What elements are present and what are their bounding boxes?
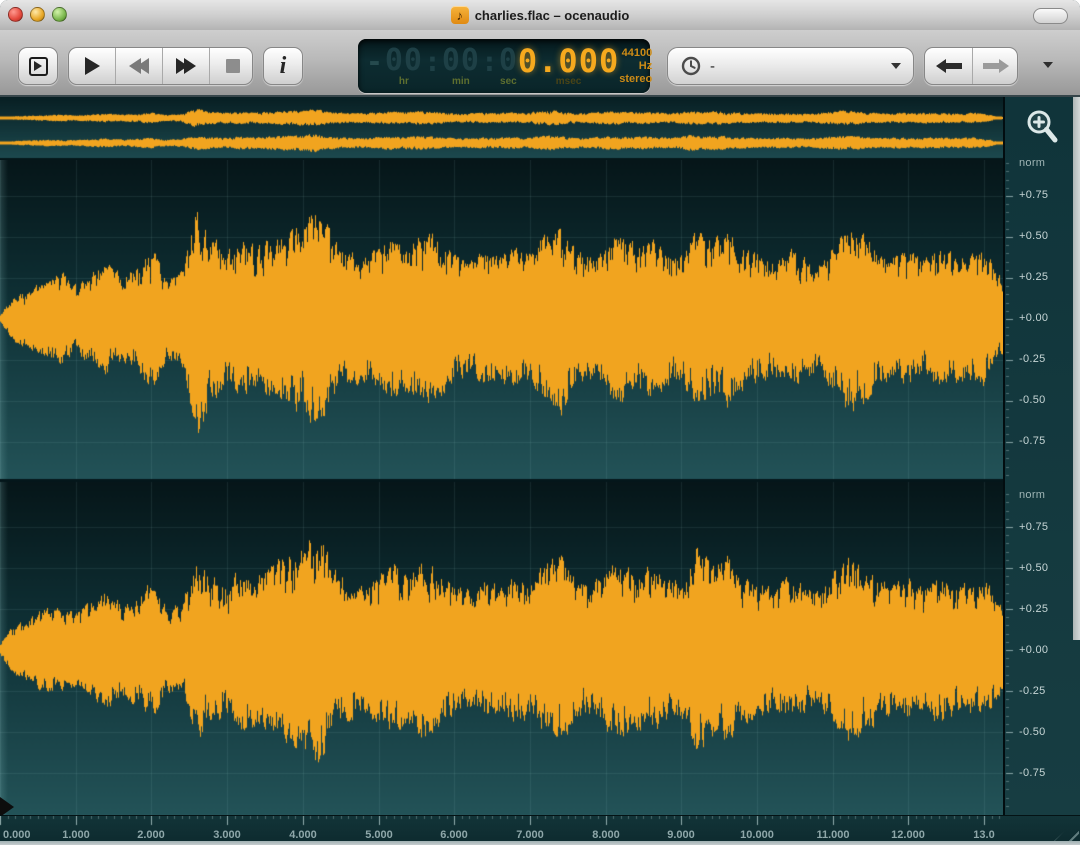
- stop-button[interactable]: [210, 48, 252, 84]
- marker-selector-value: -: [710, 57, 715, 75]
- info-icon: i: [279, 53, 287, 79]
- amp-tick-label: -0.75: [1019, 435, 1046, 447]
- lcd-colon2: :: [480, 44, 498, 78]
- forward-button[interactable]: [973, 48, 1017, 84]
- time-tick-label: 7.000: [516, 829, 544, 841]
- boxed-play-button[interactable]: [18, 47, 58, 85]
- lcd-sign: -: [366, 44, 383, 78]
- time-tick-label: 9.000: [667, 829, 695, 841]
- lcd-hr-label: hr: [398, 75, 409, 87]
- amp-tick-label: +0.50: [1019, 562, 1049, 574]
- play-button[interactable]: [69, 48, 116, 84]
- title-group: ♪ charlies.flac – ocenaudio: [0, 0, 1080, 30]
- play-icon: [84, 57, 100, 75]
- amp-tick-label: -0.50: [1019, 726, 1046, 738]
- app-window: ♪ charlies.flac – ocenaudio i - 00 hr: …: [0, 0, 1080, 845]
- amp-tick-label: +0.25: [1019, 603, 1049, 615]
- time-tick-label: 4.000: [289, 829, 317, 841]
- lcd-min-label: min: [452, 75, 470, 87]
- amp-tick-label: +0.50: [1019, 230, 1049, 242]
- time-tick-label: 5.000: [365, 829, 393, 841]
- transport-group: [68, 47, 253, 85]
- lcd-minutes: 00: [441, 42, 480, 78]
- amp-tick-label: +0.75: [1019, 521, 1049, 533]
- info-button[interactable]: i: [263, 47, 303, 85]
- double-left-triangles-icon2: [137, 58, 149, 74]
- amp-tick-label: +0.00: [1019, 312, 1049, 324]
- window-title: charlies.flac – ocenaudio: [474, 7, 630, 23]
- clock-icon: [681, 56, 701, 76]
- time-tick-label: 13.0: [973, 829, 995, 841]
- window-bottom-edge: [0, 841, 1080, 845]
- time-tick-label: 2.000: [137, 829, 165, 841]
- amp-tick-label: +0.75: [1019, 189, 1049, 201]
- amp-tick-label: +0.00: [1019, 644, 1049, 656]
- lcd-hours-group: 00 hr: [384, 42, 423, 87]
- amp-tick-label: -0.25: [1019, 353, 1046, 365]
- left-arrow-icon: [935, 59, 962, 73]
- window-right-edge: [1073, 97, 1080, 640]
- time-tick-label: 12.000: [891, 829, 925, 841]
- lcd-sec-label: sec: [500, 75, 517, 87]
- norm-label: norm: [1019, 489, 1046, 501]
- chevron-down-icon: [891, 63, 901, 69]
- double-right-triangles-icon2: [184, 58, 196, 74]
- amplitude-ruler[interactable]: norm +0.75 +0.50 +0.25 +0.00 -0.25 -0.50 -0.75 n…: [1003, 97, 1080, 815]
- amp-tick-label: +0.25: [1019, 271, 1049, 283]
- norm-label: norm: [1019, 157, 1046, 169]
- zoom-magnifier-icon[interactable]: [1023, 107, 1063, 151]
- rewind-button[interactable]: [116, 48, 163, 84]
- play-in-square-icon: [28, 56, 48, 76]
- lcd-hours: 00: [384, 42, 423, 78]
- waveform-main[interactable]: [0, 160, 1003, 815]
- toolbar-toggle-pill[interactable]: [1033, 8, 1068, 24]
- sample-rate: 44100 Hz: [621, 46, 653, 72]
- fast-forward-button[interactable]: [163, 48, 210, 84]
- titlebar[interactable]: ♪ charlies.flac – ocenaudio: [0, 0, 1080, 31]
- lcd-format-info: 44100 Hz stereo: [619, 47, 652, 86]
- lcd-seconds-dim: 0: [498, 42, 518, 78]
- lcd-seconds-bright-group: 0.000 msec: [517, 41, 620, 87]
- lcd-seconds-dim-group: 0 sec: [498, 42, 518, 87]
- amplitude-ticks: [1005, 97, 1080, 815]
- playhead-marker[interactable]: [0, 797, 14, 817]
- nav-group: [924, 47, 1018, 85]
- music-note-icon: ♪: [450, 6, 469, 24]
- amp-tick-label: -0.25: [1019, 685, 1046, 697]
- back-button[interactable]: [925, 48, 973, 84]
- marker-selector[interactable]: -: [667, 47, 914, 85]
- lcd-seconds-bright: 0.000: [517, 41, 620, 80]
- toolbar-overflow-chevron-icon[interactable]: [1043, 62, 1053, 68]
- stop-icon: [225, 59, 240, 73]
- lcd-minutes-group: 00 min: [441, 42, 480, 87]
- channel-mode: stereo: [619, 72, 653, 85]
- lcd-msec-label: msec: [555, 75, 582, 87]
- lcd-colon: :: [423, 44, 441, 78]
- waveform-overview[interactable]: [0, 97, 1003, 160]
- amp-tick-label: -0.50: [1019, 394, 1046, 406]
- time-tick-label: 1.000: [62, 829, 90, 841]
- time-tick-label: 0.000: [3, 829, 31, 841]
- amp-tick-label: -0.75: [1019, 767, 1046, 779]
- time-tick-label: 6.000: [440, 829, 468, 841]
- time-tick-label: 8.000: [592, 829, 620, 841]
- time-tick-label: 10.000: [740, 829, 774, 841]
- right-arrow-icon: [983, 59, 1009, 73]
- toolbar: i - 00 hr : 00 min : 0 sec 0.000 msec 44…: [0, 30, 1080, 97]
- time-tick-label: 3.000: [213, 829, 241, 841]
- time-tick-label: 11.000: [816, 829, 850, 841]
- time-display[interactable]: - 00 hr : 00 min : 0 sec 0.000 msec 4410…: [358, 39, 652, 93]
